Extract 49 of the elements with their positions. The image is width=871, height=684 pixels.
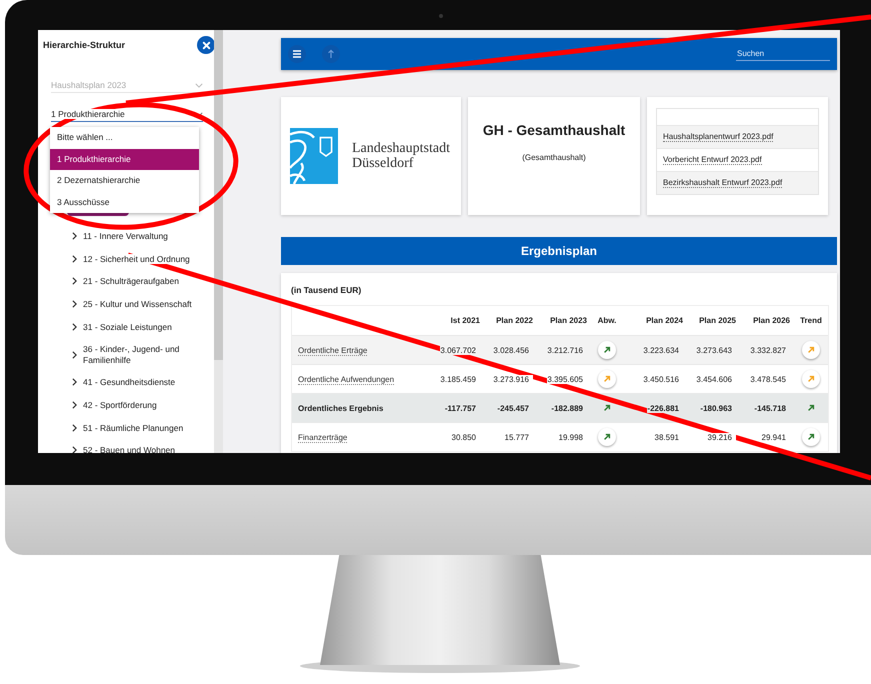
chevron-icon[interactable] bbox=[72, 232, 77, 240]
dropdown-option[interactable]: 3 Ausschüsse bbox=[50, 192, 199, 213]
camera-icon bbox=[439, 14, 443, 18]
up-arrow-icon bbox=[327, 49, 335, 59]
chevron-icon[interactable] bbox=[72, 277, 77, 286]
tree-item[interactable]: 11 - Innere Verwaltung bbox=[83, 231, 168, 242]
logo-text: Landeshauptstadt Düsseldorf bbox=[352, 140, 451, 172]
menu-button[interactable] bbox=[288, 45, 306, 63]
tree-item[interactable]: 41 - Gesundheitsdienste bbox=[83, 377, 176, 388]
chevron-icon[interactable] bbox=[72, 424, 77, 432]
tree-item[interactable]: 51 - Räumliche Planungen bbox=[83, 422, 184, 433]
trend-arrow-button[interactable] bbox=[598, 341, 616, 359]
dropdown-option[interactable]: 1 Produkthierarchie bbox=[50, 148, 199, 170]
dropdown-option[interactable]: 2 Dezernatshierarchie bbox=[50, 170, 199, 192]
scrollbar[interactable] bbox=[214, 30, 223, 453]
chevron-icon[interactable] bbox=[72, 254, 77, 263]
document-link[interactable]: Vorbericht Entwurf 2023.pdf bbox=[663, 155, 762, 165]
table-cell: 3.273.916 bbox=[493, 374, 533, 384]
row-label-link[interactable]: Ordentliche Erträge bbox=[298, 346, 368, 356]
city-logo-icon bbox=[290, 128, 338, 184]
trend-arrow-button[interactable] bbox=[598, 428, 616, 446]
close-button[interactable] bbox=[197, 36, 215, 54]
tree-item[interactable]: 42 - Sportförderung bbox=[83, 400, 157, 410]
menu-icon bbox=[292, 49, 302, 59]
table-cell: 39.216 bbox=[708, 432, 736, 442]
sidebar-title: Hierarchie-Struktur bbox=[43, 40, 126, 50]
up-arrow-button[interactable] bbox=[322, 45, 340, 63]
chevron-icon[interactable] bbox=[72, 300, 77, 308]
chevron-icon[interactable] bbox=[72, 401, 77, 410]
row-label-link[interactable]: Finanzerträge bbox=[298, 432, 348, 442]
chevron-down-icon bbox=[195, 82, 203, 88]
section-header: Ergebnisplan bbox=[281, 237, 837, 265]
dropdown-option[interactable]: Bitte wählen ... bbox=[50, 127, 199, 148]
chevron-icon[interactable] bbox=[72, 446, 77, 453]
tree-item[interactable]: 25 - Kultur und Wissenschaft bbox=[83, 299, 192, 310]
tree-item[interactable]: 12 - Sicherheit und Ordnung bbox=[83, 254, 190, 264]
chevron-icon[interactable] bbox=[72, 322, 77, 331]
chevron-icon[interactable] bbox=[72, 378, 77, 386]
row-label-link[interactable]: Ordentliche Aufwendungen bbox=[298, 374, 394, 384]
card-subtitle: (Gesamthaushalt) bbox=[522, 153, 586, 162]
search-field[interactable]: Suchen bbox=[736, 48, 830, 60]
table-caption: (in Tausend EUR) bbox=[291, 285, 362, 295]
hierarchy-select[interactable]: 1 Produkthierarchie bbox=[51, 109, 203, 122]
trend-arrow-button[interactable] bbox=[802, 428, 820, 446]
close-icon bbox=[202, 40, 210, 50]
tree-item[interactable]: 31 - Soziale Leistungen bbox=[83, 322, 172, 332]
card-title: GH - Gesamthaushalt bbox=[482, 122, 626, 138]
chevron-icon[interactable] bbox=[72, 350, 77, 359]
tree-item[interactable]: 21 - Schulträgeraufgaben bbox=[83, 276, 179, 287]
